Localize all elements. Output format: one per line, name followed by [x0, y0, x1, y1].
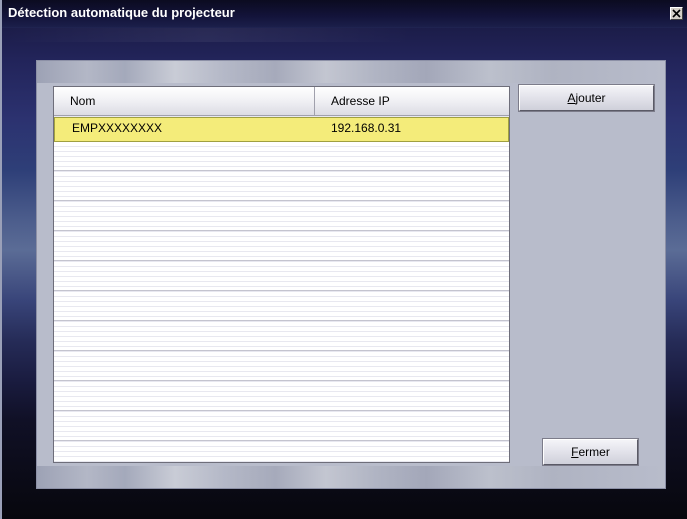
add-button-label: jouter: [575, 91, 606, 105]
row-divider: [54, 200, 509, 201]
row-divider: [54, 410, 509, 411]
row-name-cell: EMPXXXXXXXX: [72, 121, 163, 135]
close-icon: [672, 7, 681, 21]
title-bar[interactable]: Détection automatique du projecteur: [2, 0, 687, 28]
content-panel: Nom Adresse IP EMPXXXXXXXX 192.168.0.31: [36, 60, 666, 489]
close-button[interactable]: Fermer: [542, 438, 639, 466]
list-row[interactable]: EMPXXXXXXXX 192.168.0.31: [54, 117, 509, 142]
close-button-mnemonic: F: [571, 445, 579, 459]
background-decoration: [2, 28, 687, 42]
close-button-label: ermer: [578, 445, 610, 459]
panel-bottom-decoration: [37, 466, 665, 488]
row-divider: [54, 380, 509, 381]
add-button[interactable]: Ajouter: [518, 84, 655, 112]
row-divider: [54, 440, 509, 441]
row-ip-cell: 192.168.0.31: [331, 121, 402, 135]
row-divider: [54, 230, 509, 231]
panel-top-decoration: [37, 61, 665, 83]
row-divider: [54, 170, 509, 171]
window-title: Détection automatique du projecteur: [8, 5, 235, 20]
row-divider: [54, 290, 509, 291]
column-header-name[interactable]: Nom: [54, 87, 315, 115]
list-body: EMPXXXXXXXX 192.168.0.31: [54, 116, 509, 462]
column-header-ip[interactable]: Adresse IP: [315, 87, 509, 115]
row-divider: [54, 350, 509, 351]
projector-list[interactable]: Nom Adresse IP EMPXXXXXXXX 192.168.0.31: [53, 86, 510, 463]
row-divider: [54, 320, 509, 321]
list-header: Nom Adresse IP: [54, 87, 509, 116]
close-window-button[interactable]: [670, 7, 683, 20]
dialog-window: Détection automatique du projecteur Nom …: [0, 0, 687, 519]
row-divider: [54, 260, 509, 261]
